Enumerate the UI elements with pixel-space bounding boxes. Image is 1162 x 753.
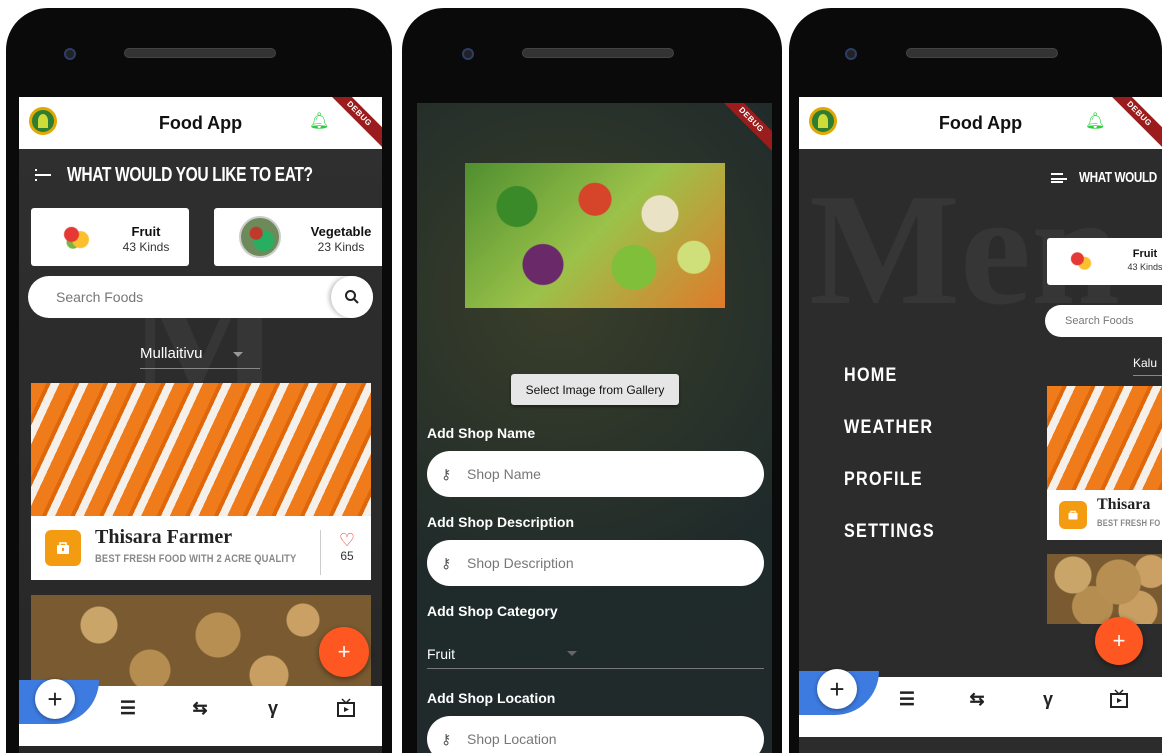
shop-name: Thisara (1097, 496, 1151, 513)
chevron-down-icon (232, 351, 243, 357)
category-name: Vegetable (310, 224, 372, 239)
fruit-image (61, 224, 91, 250)
drawer-screen: Men Food App 🔔︎ DEBUG HOME WEATHER PROFI… (799, 97, 1162, 753)
menu-item-settings[interactable]: SETTINGS (844, 521, 935, 543)
phone-frame-drawer: Men Food App 🔔︎ DEBUG HOME WEATHER PROFI… (789, 8, 1162, 753)
shop-description: BEST FRESH FOOD WITH 2 ACRE QUALITY (95, 553, 297, 565)
app-bar: Food App 🔔︎ DEBUG (799, 97, 1162, 151)
heart-icon: ♡ (338, 530, 356, 550)
heading-row: WHAT WOULD YOU LIKE TO EAT? (19, 149, 382, 201)
menu-item-profile[interactable]: PROFILE (844, 469, 923, 491)
compare-arrows-icon[interactable]: ⇆ (189, 697, 211, 719)
add-icon[interactable]: + (817, 669, 857, 709)
front-camera (462, 48, 474, 60)
bottom-nav: + ☰ ⇆ γ (799, 669, 1162, 737)
shop-location-field[interactable]: ⚷ Shop Location (427, 716, 764, 753)
add-shop-screen: DEBUG Select Image from Gallery Add Shop… (417, 103, 772, 753)
merge-icon[interactable]: γ (1037, 688, 1059, 710)
list-icon[interactable]: ☰ (117, 697, 139, 719)
shop-description: BEST FRESH FO (1097, 518, 1161, 528)
divider (320, 530, 321, 575)
category-name: Fruit (1132, 248, 1158, 260)
fruit-image (1069, 250, 1093, 272)
app-title: Food App (938, 112, 1023, 133)
key-icon: ⚷ (441, 554, 452, 571)
search-input[interactable]: Search Foods (56, 289, 143, 305)
home-preview[interactable]: WHAT WOULD Fruit 43 Kinds Search Foods K… (1041, 149, 1162, 753)
shop-name-label: Add Shop Name (427, 425, 536, 441)
shop-location-placeholder: Shop Location (467, 731, 557, 747)
heading-row: WHAT WOULD (1051, 169, 1162, 186)
shop-name: Thisara Farmer (95, 526, 233, 548)
video-icon[interactable] (1108, 688, 1130, 710)
speaker-grille (906, 48, 1058, 58)
select-image-button[interactable]: Select Image from Gallery (511, 374, 679, 405)
category-count: 43 Kinds (1127, 262, 1162, 272)
list-icon[interactable]: ☰ (896, 688, 918, 710)
shop-location-label: Add Shop Location (427, 690, 556, 706)
location-value: Mullaitivu (140, 345, 203, 362)
speaker-grille (522, 48, 674, 58)
shop-description-label: Add Shop Description (427, 514, 574, 530)
video-icon[interactable] (335, 697, 357, 719)
category-value: Fruit (427, 645, 455, 662)
category-card-fruit[interactable]: Fruit 43 Kinds (31, 208, 189, 266)
bell-icon[interactable]: 🔔︎ (1085, 111, 1105, 130)
search-bar: Search Foods (1045, 305, 1162, 337)
merge-icon[interactable]: γ (262, 697, 284, 719)
shop-name-placeholder: Shop Name (467, 466, 541, 482)
food-card: Thisara BEST FRESH FO (1047, 386, 1162, 540)
front-camera (845, 48, 857, 60)
app-bar: Food App 🔔︎ DEBUG (19, 97, 382, 151)
menu-item-home[interactable]: HOME (844, 365, 898, 387)
location-dropdown: Kalu (1133, 356, 1162, 376)
selected-shop-image (465, 163, 725, 308)
menu-item-weather[interactable]: WEATHER (844, 417, 933, 439)
category-card-vegetable[interactable]: Vegetable 23 Kinds (214, 208, 382, 266)
shop-icon (1059, 501, 1087, 529)
food-card (1047, 554, 1162, 624)
food-image-carrots (31, 383, 371, 516)
shop-description-field[interactable]: ⚷ Shop Description (427, 540, 764, 586)
phone-frame-home: M Food App 🔔︎ DEBUG WHAT WOULD YOU LIKE … (6, 8, 392, 753)
shop-category-select[interactable]: Fruit (427, 639, 764, 669)
page-heading: WHAT WOULD YOU LIKE TO EAT? (67, 163, 313, 186)
category-name: Fruit (131, 224, 161, 239)
page-heading: WHAT WOULD (1079, 169, 1157, 186)
shop-description-placeholder: Shop Description (467, 555, 574, 571)
search-icon (345, 290, 359, 304)
phone-frame-add-shop: DEBUG Select Image from Gallery Add Shop… (402, 8, 782, 753)
chevron-down-icon (567, 651, 577, 656)
key-icon: ⚷ (441, 730, 452, 747)
shop-icon (45, 530, 81, 566)
location-dropdown[interactable]: Mullaitivu (140, 345, 260, 369)
category-count: 23 Kinds (317, 240, 365, 254)
hamburger-icon (1051, 172, 1067, 183)
location-value: Kalu (1133, 356, 1158, 370)
shop-name-field[interactable]: ⚷ Shop Name (427, 451, 764, 497)
key-icon: ⚷ (441, 465, 452, 482)
home-screen: M Food App 🔔︎ DEBUG WHAT WOULD YOU LIKE … (19, 97, 382, 753)
hamburger-icon[interactable] (35, 169, 51, 181)
food-image-potatoes (1047, 554, 1162, 624)
shop-category-label: Add Shop Category (427, 603, 558, 619)
category-card-fruit: Fruit 43 Kinds (1047, 238, 1162, 285)
bottom-nav: + ☰ ⇆ γ (19, 679, 382, 746)
search-bar[interactable]: Search Foods (28, 276, 373, 318)
compare-arrows-icon[interactable]: ⇆ (966, 688, 988, 710)
vegetable-image (239, 216, 281, 258)
search-input: Search Foods (1065, 315, 1134, 327)
search-button[interactable] (331, 276, 373, 318)
add-fab[interactable]: + (319, 627, 369, 677)
add-icon[interactable]: + (35, 679, 75, 719)
like-button[interactable]: ♡ 65 (331, 531, 363, 563)
category-count: 43 Kinds (122, 240, 170, 254)
bell-icon[interactable]: 🔔︎ (309, 111, 329, 130)
like-count: 65 (340, 549, 354, 563)
front-camera (64, 48, 76, 60)
speaker-grille (124, 48, 276, 58)
food-card[interactable]: Thisara Farmer BEST FRESH FOOD WITH 2 AC… (31, 383, 371, 580)
food-image-carrots (1047, 386, 1162, 490)
add-fab[interactable]: + (1095, 617, 1143, 665)
